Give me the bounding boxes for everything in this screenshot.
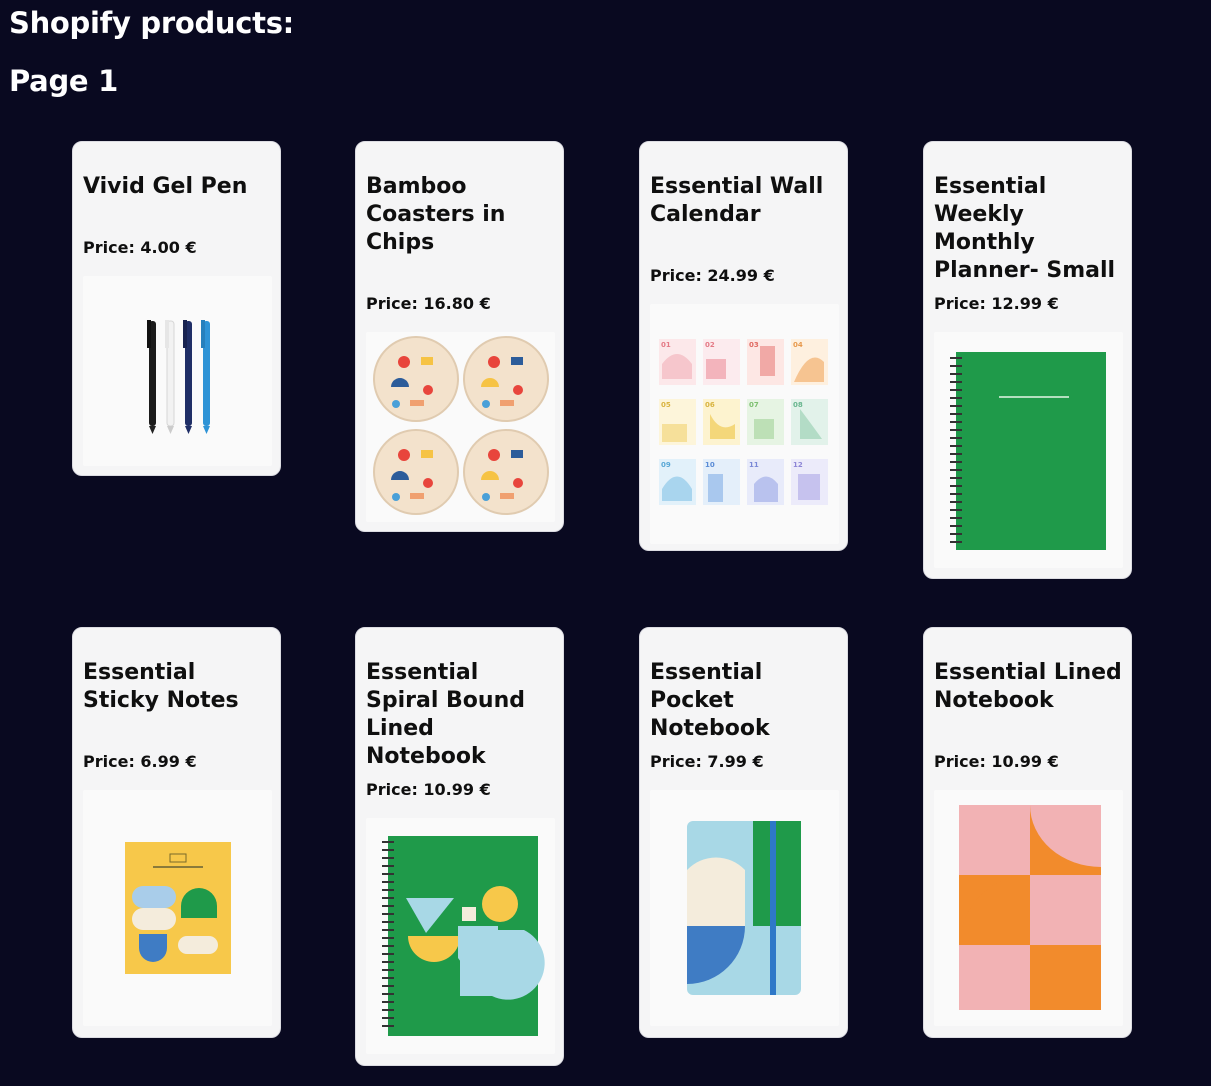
calendar-month-label: 03 bbox=[749, 341, 759, 349]
calendar-image: 01 02 03 04 05 06 07 08 09 10 11 12 bbox=[650, 304, 839, 544]
page-heading: Shopify products: bbox=[9, 6, 294, 40]
spiral-notebook-image bbox=[366, 818, 555, 1054]
product-card[interactable]: Bamboo Coasters in Chips Price: 16.80 € bbox=[355, 141, 564, 532]
calendar-month-label: 06 bbox=[705, 401, 715, 409]
pocket-notebook-image bbox=[650, 790, 839, 1026]
product-card[interactable]: Essential Sticky Notes Price: 6.99 € bbox=[72, 627, 281, 1038]
product-price: Price: 16.80 € bbox=[366, 294, 491, 313]
product-card[interactable]: Essential Lined Notebook Price: 10.99 € bbox=[923, 627, 1132, 1038]
calendar-month-label: 09 bbox=[661, 461, 671, 469]
sticky-notes-image bbox=[83, 790, 272, 1026]
calendar-month-label: 07 bbox=[749, 401, 759, 409]
product-price: Price: 7.99 € bbox=[650, 752, 764, 771]
product-title: Essential Spiral Bound Lined Notebook bbox=[366, 660, 525, 769]
calendar-month-label: 12 bbox=[793, 461, 803, 469]
product-card[interactable]: Vivid Gel Pen Price: 4.00 € bbox=[72, 141, 281, 476]
calendar-month-label: 01 bbox=[661, 341, 671, 349]
product-card[interactable]: Essential Weekly Monthly Planner- Small … bbox=[923, 141, 1132, 579]
product-card[interactable]: Essential Spiral Bound Lined Notebook Pr… bbox=[355, 627, 564, 1066]
product-title: Vivid Gel Pen bbox=[83, 174, 248, 199]
coasters-image bbox=[366, 332, 555, 522]
product-title: Essential Lined Notebook bbox=[934, 660, 1122, 713]
product-title: Essential Wall Calendar bbox=[650, 174, 824, 227]
product-price: Price: 10.99 € bbox=[934, 752, 1059, 771]
product-price: Price: 4.00 € bbox=[83, 238, 197, 257]
product-card[interactable]: Essential Wall Calendar Price: 24.99 € 0… bbox=[639, 141, 848, 551]
calendar-month-label: 04 bbox=[793, 341, 803, 349]
product-price: Price: 6.99 € bbox=[83, 752, 197, 771]
product-price: Price: 10.99 € bbox=[366, 780, 491, 799]
lined-notebook-image bbox=[934, 790, 1123, 1026]
planner-image bbox=[934, 332, 1123, 568]
calendar-month-label: 10 bbox=[705, 461, 715, 469]
gel-pens-image bbox=[83, 276, 272, 466]
product-price: Price: 24.99 € bbox=[650, 266, 775, 285]
product-title: Essential Pocket Notebook bbox=[650, 660, 770, 741]
calendar-month-label: 11 bbox=[749, 461, 759, 469]
product-title: Essential Weekly Monthly Planner- Small bbox=[934, 174, 1116, 283]
product-card[interactable]: Essential Pocket Notebook Price: 7.99 € bbox=[639, 627, 848, 1038]
calendar-month-label: 08 bbox=[793, 401, 803, 409]
calendar-month-label: 05 bbox=[661, 401, 671, 409]
product-title: Bamboo Coasters in Chips bbox=[366, 174, 506, 255]
product-title: Essential Sticky Notes bbox=[83, 660, 239, 713]
calendar-month-label: 02 bbox=[705, 341, 715, 349]
page-number-label: Page 1 bbox=[9, 64, 118, 98]
product-price: Price: 12.99 € bbox=[934, 294, 1059, 313]
